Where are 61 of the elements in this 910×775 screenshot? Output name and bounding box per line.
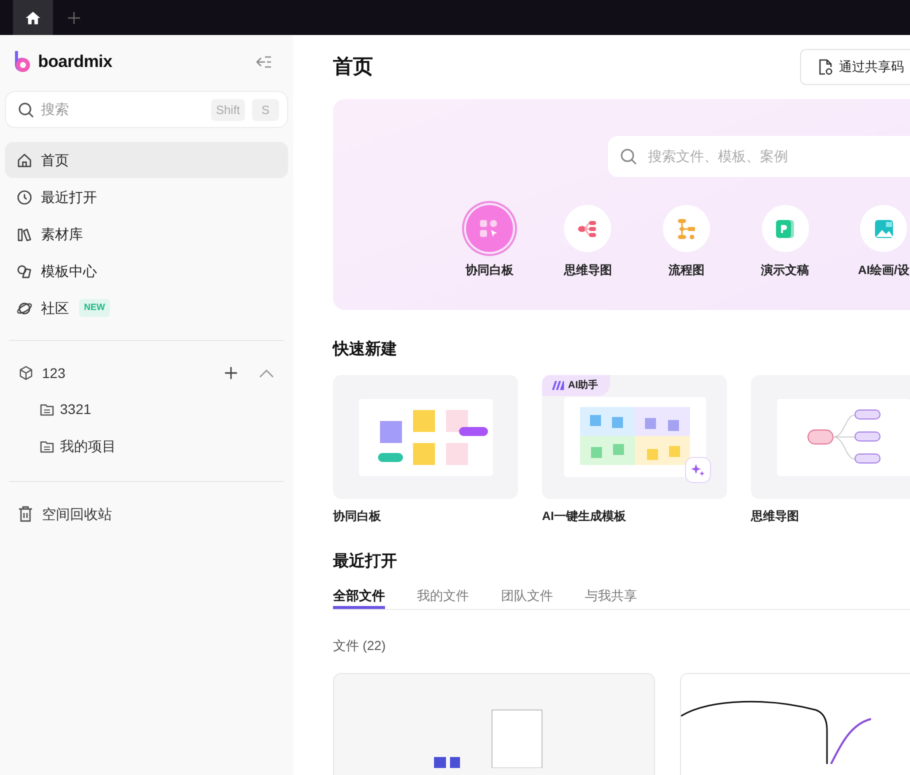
search-icon [18, 102, 34, 118]
search-icon [620, 148, 637, 165]
page-title: 首页 [333, 55, 373, 80]
create-type-button[interactable]: 演示文稿 [736, 205, 834, 279]
logo-icon [13, 50, 31, 74]
template-name: 协同白板 [333, 508, 382, 525]
template-card[interactable]: AI助手 [542, 375, 727, 499]
trash-icon [18, 506, 33, 522]
ai-badge: AI助手 [542, 375, 610, 396]
trash-item[interactable]: 空间回收站 [5, 496, 288, 532]
folder-item[interactable]: 我的项目 [5, 428, 288, 465]
filter-tab[interactable]: 我的文件 [417, 586, 469, 608]
folder-icon [40, 404, 54, 416]
filter-tab[interactable]: 团队文件 [501, 586, 553, 608]
search-field[interactable]: 搜索文件、模板、案例 [648, 146, 910, 167]
workspace-item[interactable]: 123 [5, 355, 288, 391]
add-button[interactable] [225, 367, 237, 379]
template-name: 思维导图 [751, 508, 800, 525]
template-card[interactable] [333, 375, 518, 499]
home-tab[interactable] [13, 0, 53, 35]
section-title: 最近打开 [333, 551, 398, 572]
plus-icon [68, 12, 80, 24]
new-badge: NEW [79, 299, 110, 317]
book-icon [16, 226, 33, 242]
shapes-icon [16, 262, 33, 280]
nav-item[interactable]: 社区 NEW [5, 290, 288, 326]
planet-icon [16, 300, 33, 316]
create-type-button[interactable]: 协同白板 [440, 205, 539, 279]
create-type-button[interactable]: 流程图 [637, 205, 736, 279]
file-count: 文件 (22) [333, 636, 387, 655]
ai-logo-icon [552, 381, 564, 390]
document-link-icon [818, 59, 833, 75]
filter-tab[interactable]: 与我共享 [585, 586, 637, 608]
shortcut-key: Shift [210, 98, 245, 120]
clock-icon [16, 188, 33, 206]
search-field[interactable]: 搜索 [41, 99, 204, 120]
filter-tab[interactable]: 全部文件 [333, 586, 385, 608]
chevron-button[interactable] [259, 368, 274, 378]
cube-icon [18, 365, 34, 381]
home-icon [16, 152, 33, 168]
nav-item[interactable]: 素材库 [5, 216, 288, 252]
search-field[interactable]: 搜索文件、模板、案例 [608, 136, 910, 177]
file-card[interactable] [333, 673, 655, 775]
section-title: 快速新建 [333, 339, 398, 360]
folder-item[interactable]: 3321 [5, 391, 288, 428]
plus-icon [225, 367, 237, 379]
sparkle-icon [685, 457, 711, 483]
template-card[interactable] [751, 375, 910, 499]
share-code-button[interactable]: 通过共享码 [800, 49, 910, 85]
nav-item[interactable]: 模板中心 [5, 253, 288, 289]
collapse-icon [256, 55, 272, 69]
nav-item[interactable]: 最近打开 [5, 179, 288, 215]
brand-name: boardmix [38, 51, 112, 74]
shortcut-key: S [252, 98, 279, 120]
create-type-button[interactable]: AI绘画/设 [834, 205, 910, 279]
folder-icon [40, 440, 54, 452]
nav-item[interactable]: 首页 [5, 142, 288, 178]
create-type-button[interactable]: 思维导图 [538, 205, 638, 279]
collapse-button[interactable] [256, 55, 272, 69]
template-name: AI一键生成模板 [542, 508, 627, 525]
chevron-up-icon [259, 368, 274, 378]
